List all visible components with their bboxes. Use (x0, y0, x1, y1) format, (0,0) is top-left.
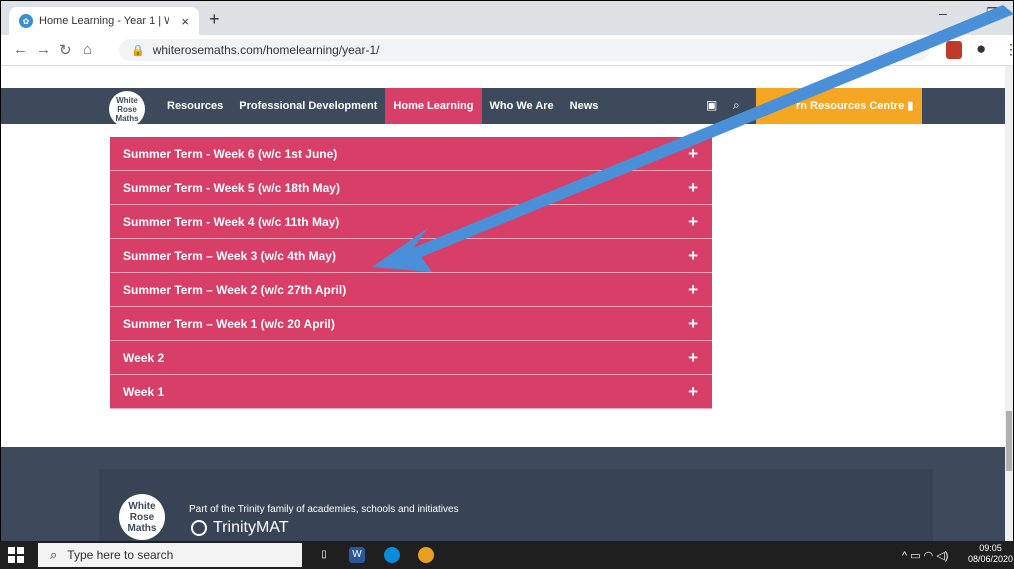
nav-resources[interactable]: Resources (159, 88, 231, 124)
browser-tab[interactable]: ✿ Home Learning - Year 1 | White R × (9, 7, 199, 35)
member-resources-button[interactable]: rn Resources Centre ▮ (756, 88, 922, 124)
window-frame: ✿ Home Learning - Year 1 | White R × + –… (0, 0, 1014, 569)
tab-close-icon[interactable]: × (181, 14, 189, 29)
profile-icon[interactable]: ● (976, 39, 986, 59)
address-bar[interactable]: 🔒 whiterosemaths.com/homelearning/year-1… (119, 39, 929, 61)
expand-icon[interactable]: + (688, 348, 698, 368)
clock-date: 08/06/2020 (968, 554, 1014, 564)
extension-icon[interactable] (946, 41, 962, 59)
back-arrow-icon[interactable]: ← (13, 41, 28, 58)
main-menu: Resources Professional Development Home … (159, 88, 606, 124)
accordion-item-week2-summer[interactable]: Summer Term – Week 2 (w/c 27th April) + (110, 273, 712, 307)
task-view-icon[interactable]: ▯ (316, 547, 332, 563)
restore-button[interactable]: ❐ (986, 5, 999, 22)
footer-panel: White Rose Maths Part of the Trinity famil… (99, 469, 933, 541)
accordion-item-week6[interactable]: Summer Term - Week 6 (w/c 1st June) + (110, 137, 712, 171)
expand-icon[interactable]: + (688, 144, 698, 164)
lock-icon: 🔒 (131, 44, 145, 57)
footer-family-text: Part of the Trinity family of academies,… (189, 504, 459, 515)
nav-who-we-are[interactable]: Who We Are (482, 88, 562, 124)
site-navbar: White Rose Maths Resources Professional De… (1, 88, 1013, 127)
accordion-item-week1[interactable]: Week 1 + (110, 375, 712, 409)
site-footer: White Rose Maths Part of the Trinity famil… (1, 447, 1013, 541)
expand-icon[interactable]: + (688, 178, 698, 198)
taskbar-clock[interactable]: 09:05 08/06/2020 (968, 543, 1013, 565)
edge-app-icon[interactable] (384, 547, 400, 563)
expand-icon[interactable]: + (688, 314, 698, 334)
expand-icon[interactable]: + (688, 246, 698, 266)
weeks-accordion: Summer Term - Week 6 (w/c 1st June) + Sum… (110, 137, 712, 409)
accordion-item-week1-summer[interactable]: Summer Term – Week 1 (w/c 20 April) + (110, 307, 712, 341)
expand-icon[interactable]: + (688, 280, 698, 300)
new-tab-button[interactable]: + (209, 9, 220, 30)
home-icon[interactable]: ⌂ (83, 41, 92, 58)
nav-professional-development[interactable]: Professional Development (231, 88, 385, 124)
trinity-icon (191, 520, 207, 536)
menu-kebab-icon[interactable]: ⋮ (1004, 41, 1013, 58)
accordion-item-week3[interactable]: Summer Term – Week 3 (w/c 4th May) + (110, 239, 712, 273)
reload-icon[interactable]: ↻ (59, 41, 72, 59)
taskbar-search-placeholder: Type here to search (67, 548, 174, 562)
nav-home-learning[interactable]: Home Learning (385, 88, 482, 124)
expand-icon[interactable]: + (688, 212, 698, 232)
web-page: White Rose Maths Resources Professional De… (1, 66, 1013, 541)
accordion-item-week2[interactable]: Week 2 + (110, 341, 712, 375)
minimize-button[interactable]: – (939, 5, 947, 21)
url-text: whiterosemaths.com/homelearning/year-1/ (152, 43, 380, 57)
white-rose-logo[interactable]: White Rose Maths (109, 91, 145, 127)
word-app-icon[interactable]: W (349, 547, 365, 563)
windows-start-icon[interactable] (8, 547, 24, 563)
accordion-item-week5[interactable]: Summer Term - Week 5 (w/c 18th May) + (110, 171, 712, 205)
forward-arrow-icon[interactable]: → (36, 41, 51, 58)
system-tray-icons[interactable]: ^ ▭ ◠ ◁) (902, 549, 948, 562)
scrollbar-thumb[interactable] (1006, 411, 1012, 471)
clock-time: 09:05 (979, 543, 1002, 553)
cart-icon[interactable]: ▣ (706, 98, 717, 112)
trinity-mat-logo[interactable]: TrinityMAT (191, 519, 289, 537)
search-icon[interactable]: ⌕ (733, 98, 740, 113)
footer-logo[interactable]: White Rose Maths (119, 494, 165, 540)
chrome-app-icon[interactable] (418, 547, 434, 563)
accordion-item-week4[interactable]: Summer Term - Week 4 (w/c 11th May) + (110, 205, 712, 239)
search-icon: ⌕ (50, 547, 58, 562)
tab-title: Home Learning - Year 1 | White R (39, 15, 169, 27)
expand-icon[interactable]: + (688, 382, 698, 402)
tab-strip: ✿ Home Learning - Year 1 | White R × + –… (1, 1, 1013, 35)
taskbar-search[interactable]: ⌕ Type here to search (38, 543, 302, 567)
site-favicon-icon: ✿ (19, 14, 33, 28)
browser-toolbar: ← → ↻ ⌂ 🔒 whiterosemaths.com/homelearnin… (1, 35, 1013, 66)
windows-taskbar: ⌕ Type here to search ▯ W ^ ▭ ◠ ◁) 09:05… (0, 541, 1014, 569)
nav-news[interactable]: News (562, 88, 607, 124)
